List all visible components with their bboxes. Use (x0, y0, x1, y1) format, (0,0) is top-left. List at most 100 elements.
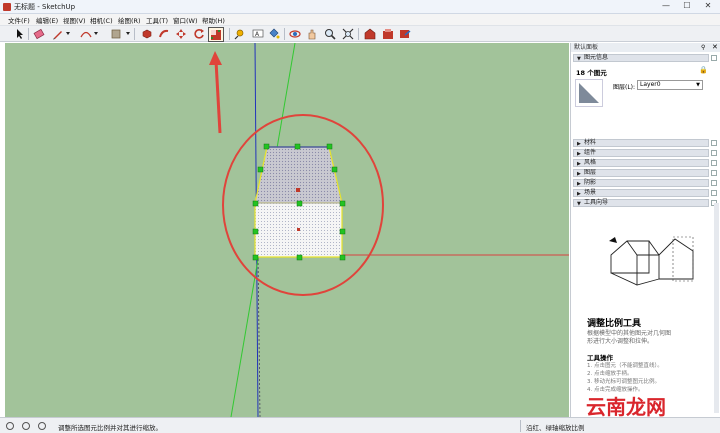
rotate-icon[interactable] (193, 28, 205, 40)
guide-op-item: 1. 点击图元（不能调整直线）。 (587, 363, 663, 369)
menu-bar: 文件(F) 编辑(E) 视图(V) 相机(C) 绘图(R) 工具(T) 窗口(W… (0, 14, 720, 25)
window-title: 无标题 - SketchUp (14, 3, 76, 11)
center-grip[interactable] (296, 188, 300, 192)
scale-tool-active[interactable] (208, 27, 224, 42)
model-canvas[interactable] (5, 43, 569, 417)
annotation-arrow (214, 60, 222, 134)
zoom-icon[interactable] (324, 28, 336, 40)
arc-icon[interactable] (80, 28, 92, 40)
toolbar-separator (134, 28, 135, 40)
text-icon[interactable]: A (252, 28, 264, 40)
grip-handle (331, 166, 338, 173)
pan-icon[interactable] (306, 28, 318, 40)
panel-close-icon[interactable] (711, 180, 717, 186)
expand-triangle-icon: ▶ (577, 181, 581, 187)
paint-bucket-icon[interactable] (268, 28, 280, 40)
select-icon[interactable] (14, 28, 26, 40)
menu-window[interactable]: 窗口(W) (173, 15, 198, 25)
layer-label: 图层(L): (613, 84, 636, 91)
panel-label: 工具向导 (584, 199, 609, 206)
credits-icon[interactable] (22, 422, 30, 430)
panel-close-icon[interactable] (711, 150, 717, 156)
roof-face[interactable] (254, 146, 343, 204)
expand-triangle-icon: ▶ (577, 191, 581, 197)
layer-select[interactable]: Layer0 ▼ (637, 80, 703, 90)
panel-components[interactable]: ▶ 组件 (573, 149, 709, 157)
zoom-extents-icon[interactable] (342, 28, 354, 40)
tape-measure-icon[interactable] (234, 28, 246, 40)
panel-close-icon[interactable] (711, 170, 717, 176)
panel-instructor[interactable]: ▼ 工具向导 (573, 199, 709, 207)
share-icon[interactable] (399, 28, 411, 40)
menu-tools[interactable]: 工具(T) (146, 15, 168, 25)
push-pull-icon[interactable] (141, 28, 153, 40)
warehouse-icon[interactable] (364, 28, 376, 40)
arc-dropdown-chevron-icon[interactable] (94, 32, 98, 35)
collapse-triangle-icon: ▼ (577, 201, 581, 207)
menu-file[interactable]: 文件(F) (8, 15, 30, 25)
minimize-button[interactable]: — (657, 1, 675, 12)
grip-handle (252, 228, 259, 235)
geo-location-icon[interactable] (6, 422, 14, 430)
panel-close-icon[interactable] (711, 190, 717, 196)
layer-select-value: Layer0 (640, 81, 661, 88)
close-button[interactable]: ✕ (699, 1, 717, 12)
toolbar-separator (229, 28, 230, 40)
expand-triangle-icon: ▶ (577, 151, 581, 157)
status-hint: 调整所选图元比例并对其进行缩放。 (58, 424, 162, 432)
guide-op-item: 2. 点击缩放手柄。 (587, 371, 633, 377)
tray-close-icon[interactable]: ✕ (712, 43, 718, 51)
pencil-dropdown-chevron-icon[interactable] (66, 32, 70, 35)
menu-edit[interactable]: 编辑(E) (36, 15, 58, 25)
panel-close-icon[interactable] (711, 55, 717, 61)
panel-label: 材料 (584, 139, 597, 146)
panel-close-icon[interactable] (711, 160, 717, 166)
expand-triangle-icon: ▶ (577, 161, 581, 167)
drawing-viewport[interactable] (5, 43, 569, 417)
status-axis-hint: 沿红、绿轴缩放比例 (526, 424, 585, 432)
maximize-button[interactable]: ☐ (678, 1, 696, 12)
grip-handle (296, 200, 303, 207)
pencil-icon[interactable] (52, 28, 64, 40)
panel-label: 图元信息 (584, 54, 609, 61)
default-tray: 默认面板 ⚲ ✕ ▼ 图元信息 18 个图元 🔒 图层(L): Layer0 ▼… (570, 43, 720, 417)
menu-view[interactable]: 视图(V) (63, 15, 86, 25)
tray-scrollbar[interactable] (714, 203, 719, 413)
menu-help[interactable]: 帮助(H) (202, 15, 225, 25)
status-divider (520, 420, 521, 432)
extension-warehouse-icon[interactable] (382, 28, 394, 40)
grip-handle (252, 254, 259, 261)
guide-op-item: 3. 移动光标可调整图元比例。 (587, 379, 660, 385)
panel-entity-info[interactable]: ▼ 图元信息 (573, 54, 709, 62)
main-toolbar: A (0, 25, 720, 42)
panel-close-icon[interactable] (711, 140, 717, 146)
expand-triangle-icon: ▶ (577, 141, 581, 147)
user-icon[interactable] (38, 422, 46, 430)
follow-me-icon[interactable] (158, 28, 170, 40)
annotation-arrowhead (209, 51, 222, 65)
menu-camera[interactable]: 相机(C) (90, 15, 113, 25)
panel-shadows[interactable]: ▶ 阴影 (573, 179, 709, 187)
pin-icon[interactable]: ⚲ (701, 44, 705, 51)
eraser-icon[interactable] (33, 28, 45, 40)
collapse-triangle-icon: ▼ (577, 56, 581, 62)
panel-layers[interactable]: ▶ 图层 (573, 169, 709, 177)
panel-styles[interactable]: ▶ 风格 (573, 159, 709, 167)
grip-handle (326, 143, 333, 150)
move-icon[interactable] (175, 28, 187, 40)
panel-scenes[interactable]: ▶ 场景 (573, 189, 709, 197)
center-grip[interactable] (297, 228, 300, 231)
grip-handle (339, 228, 346, 235)
grip-handle (339, 254, 346, 261)
shape-icon[interactable] (110, 28, 122, 40)
panel-label: 场景 (584, 189, 597, 196)
panel-materials[interactable]: ▶ 材料 (573, 139, 709, 147)
lock-icon[interactable]: 🔒 (699, 66, 708, 74)
toolbar-separator (28, 28, 29, 40)
orbit-icon[interactable] (289, 28, 301, 40)
shape-dropdown-chevron-icon[interactable] (126, 32, 130, 35)
grip-handle (257, 166, 264, 173)
menu-draw[interactable]: 绘图(R) (118, 15, 141, 25)
expand-triangle-icon: ▶ (577, 171, 581, 177)
chevron-down-icon: ▼ (696, 82, 700, 88)
